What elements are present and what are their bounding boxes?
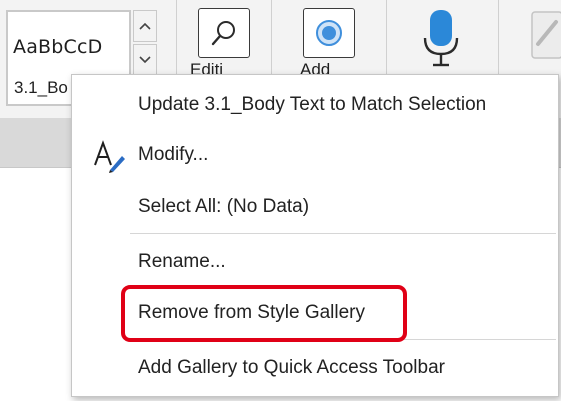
addin-circle-icon bbox=[316, 20, 342, 46]
modify-style-icon bbox=[94, 140, 125, 173]
menu-item-label: Modify... bbox=[138, 144, 209, 165]
editing-button[interactable] bbox=[198, 8, 250, 58]
menu-item-update-style[interactable]: Update 3.1_Body Text to Match Selection bbox=[72, 83, 558, 127]
highlight-annotation bbox=[121, 285, 407, 342]
style-name-label: 3.1_Bo bbox=[14, 78, 68, 97]
menu-item-label: Update 3.1_Body Text to Match Selection bbox=[138, 94, 487, 115]
styles-scroll-down-button[interactable] bbox=[133, 44, 157, 76]
chevron-down-icon bbox=[139, 56, 151, 64]
menu-item-label: Select All: (No Data) bbox=[138, 196, 310, 217]
menu-item-rename[interactable]: Rename... bbox=[72, 240, 558, 284]
addins-button[interactable] bbox=[303, 8, 355, 58]
menu-item-select-all[interactable]: Select All: (No Data) bbox=[72, 185, 558, 229]
style-preview-text: AaBbCcD bbox=[13, 36, 103, 58]
style-context-menu: Update 3.1_Body Text to Match Selection … bbox=[71, 74, 559, 397]
chevron-up-icon bbox=[139, 22, 151, 30]
editor-pen-icon[interactable] bbox=[528, 10, 561, 62]
microphone-icon[interactable] bbox=[421, 8, 461, 68]
menu-separator bbox=[130, 233, 556, 234]
styles-scroll-up-button[interactable] bbox=[133, 10, 157, 42]
menu-item-add-to-quick-access[interactable]: Add Gallery to Quick Access Toolbar bbox=[72, 346, 558, 390]
menu-item-modify[interactable]: Modify... bbox=[72, 133, 558, 177]
menu-item-label: Add Gallery to Quick Access Toolbar bbox=[138, 357, 445, 378]
search-icon bbox=[211, 21, 235, 46]
menu-item-label: Rename... bbox=[138, 251, 226, 272]
